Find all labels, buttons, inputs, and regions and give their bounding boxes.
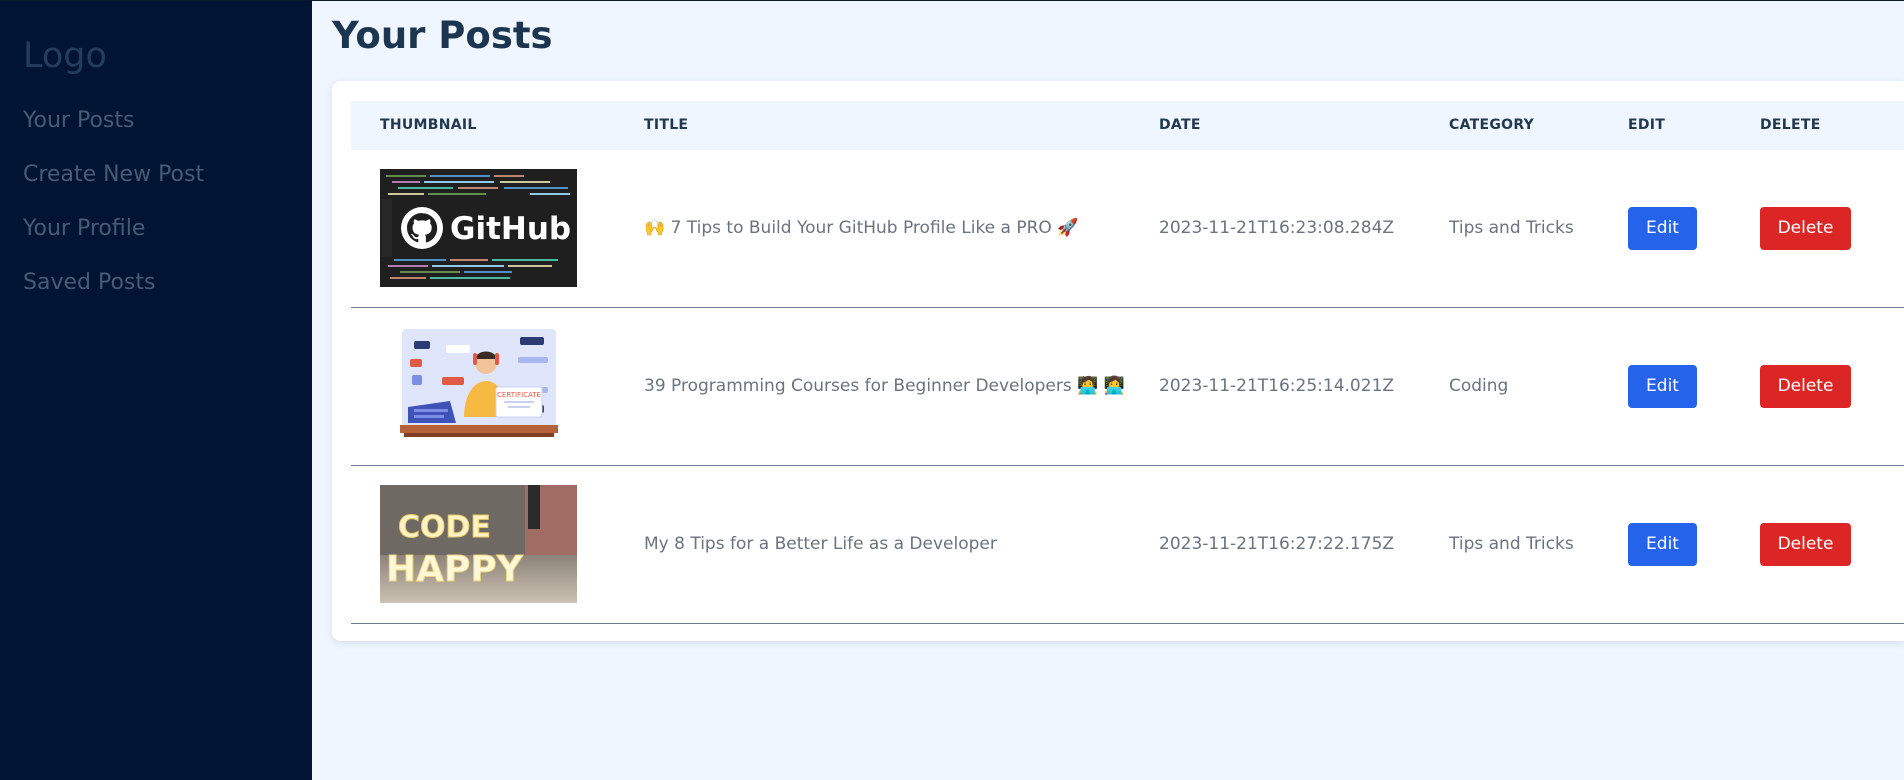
table-row: GitHub 🙌 7 Tips to Build Your GitHub Pro… <box>351 150 1904 308</box>
sidebar-item-create-new-post[interactable]: Create New Post <box>23 158 204 212</box>
window-top-border <box>0 0 1904 1</box>
thumbnail-github-text: GitHub <box>450 211 571 247</box>
column-header-delete: DELETE <box>1760 117 1821 133</box>
page-title: Your Posts <box>332 14 553 57</box>
post-date: 2023-11-21T16:25:14.021Z <box>1159 376 1395 396</box>
sidebar-item-saved-posts[interactable]: Saved Posts <box>23 266 204 320</box>
sidebar: Logo Your Posts Create New Post Your Pro… <box>0 0 312 780</box>
post-category: Coding <box>1449 376 1509 396</box>
post-thumbnail-code-happy[interactable]: CODE HAPPY <box>380 485 577 603</box>
main-content: Your Posts THUMBNAIL TITLE DATE CATEGORY… <box>312 0 1904 780</box>
post-date: 2023-11-21T16:23:08.284Z <box>1159 218 1395 238</box>
edit-button[interactable]: Edit <box>1628 207 1697 250</box>
post-thumbnail-developer-illustration[interactable]: CERTIFICATE <box>400 327 558 445</box>
column-header-thumbnail: THUMBNAIL <box>380 117 477 133</box>
table-row: CODE HAPPY My 8 Tips for a Better Life a… <box>351 466 1904 624</box>
post-category: Tips and Tricks <box>1449 534 1574 554</box>
sidebar-item-your-profile[interactable]: Your Profile <box>23 212 204 266</box>
edit-button[interactable]: Edit <box>1628 365 1697 408</box>
thumbnail-happy-text: HAPPY <box>386 549 524 590</box>
post-category: Tips and Tricks <box>1449 218 1574 238</box>
sidebar-nav: Your Posts Create New Post Your Profile … <box>23 104 204 320</box>
delete-button[interactable]: Delete <box>1760 207 1851 250</box>
logo[interactable]: Logo <box>23 36 107 76</box>
table-header: THUMBNAIL TITLE DATE CATEGORY EDIT DELET… <box>351 101 1904 150</box>
table-row: CERTIFICATE 39 Programming Courses for B… <box>351 308 1904 466</box>
posts-table-card: THUMBNAIL TITLE DATE CATEGORY EDIT DELET… <box>332 81 1904 641</box>
column-header-category: CATEGORY <box>1449 117 1535 133</box>
thumbnail-certificate-text: CERTIFICATE <box>497 391 541 399</box>
delete-button[interactable]: Delete <box>1760 523 1851 566</box>
column-header-date: DATE <box>1159 117 1201 133</box>
post-thumbnail-github[interactable]: GitHub <box>380 169 577 287</box>
thumbnail-code-text: CODE <box>398 510 491 545</box>
post-title: My 8 Tips for a Better Life as a Develop… <box>644 534 997 554</box>
post-title: 39 Programming Courses for Beginner Deve… <box>644 376 1125 396</box>
edit-button[interactable]: Edit <box>1628 523 1697 566</box>
column-header-edit: EDIT <box>1628 117 1666 133</box>
post-date: 2023-11-21T16:27:22.175Z <box>1159 534 1395 554</box>
post-title: 🙌 7 Tips to Build Your GitHub Profile Li… <box>644 218 1079 238</box>
sidebar-item-your-posts[interactable]: Your Posts <box>23 104 204 158</box>
column-header-title: TITLE <box>644 117 689 133</box>
delete-button[interactable]: Delete <box>1760 365 1851 408</box>
